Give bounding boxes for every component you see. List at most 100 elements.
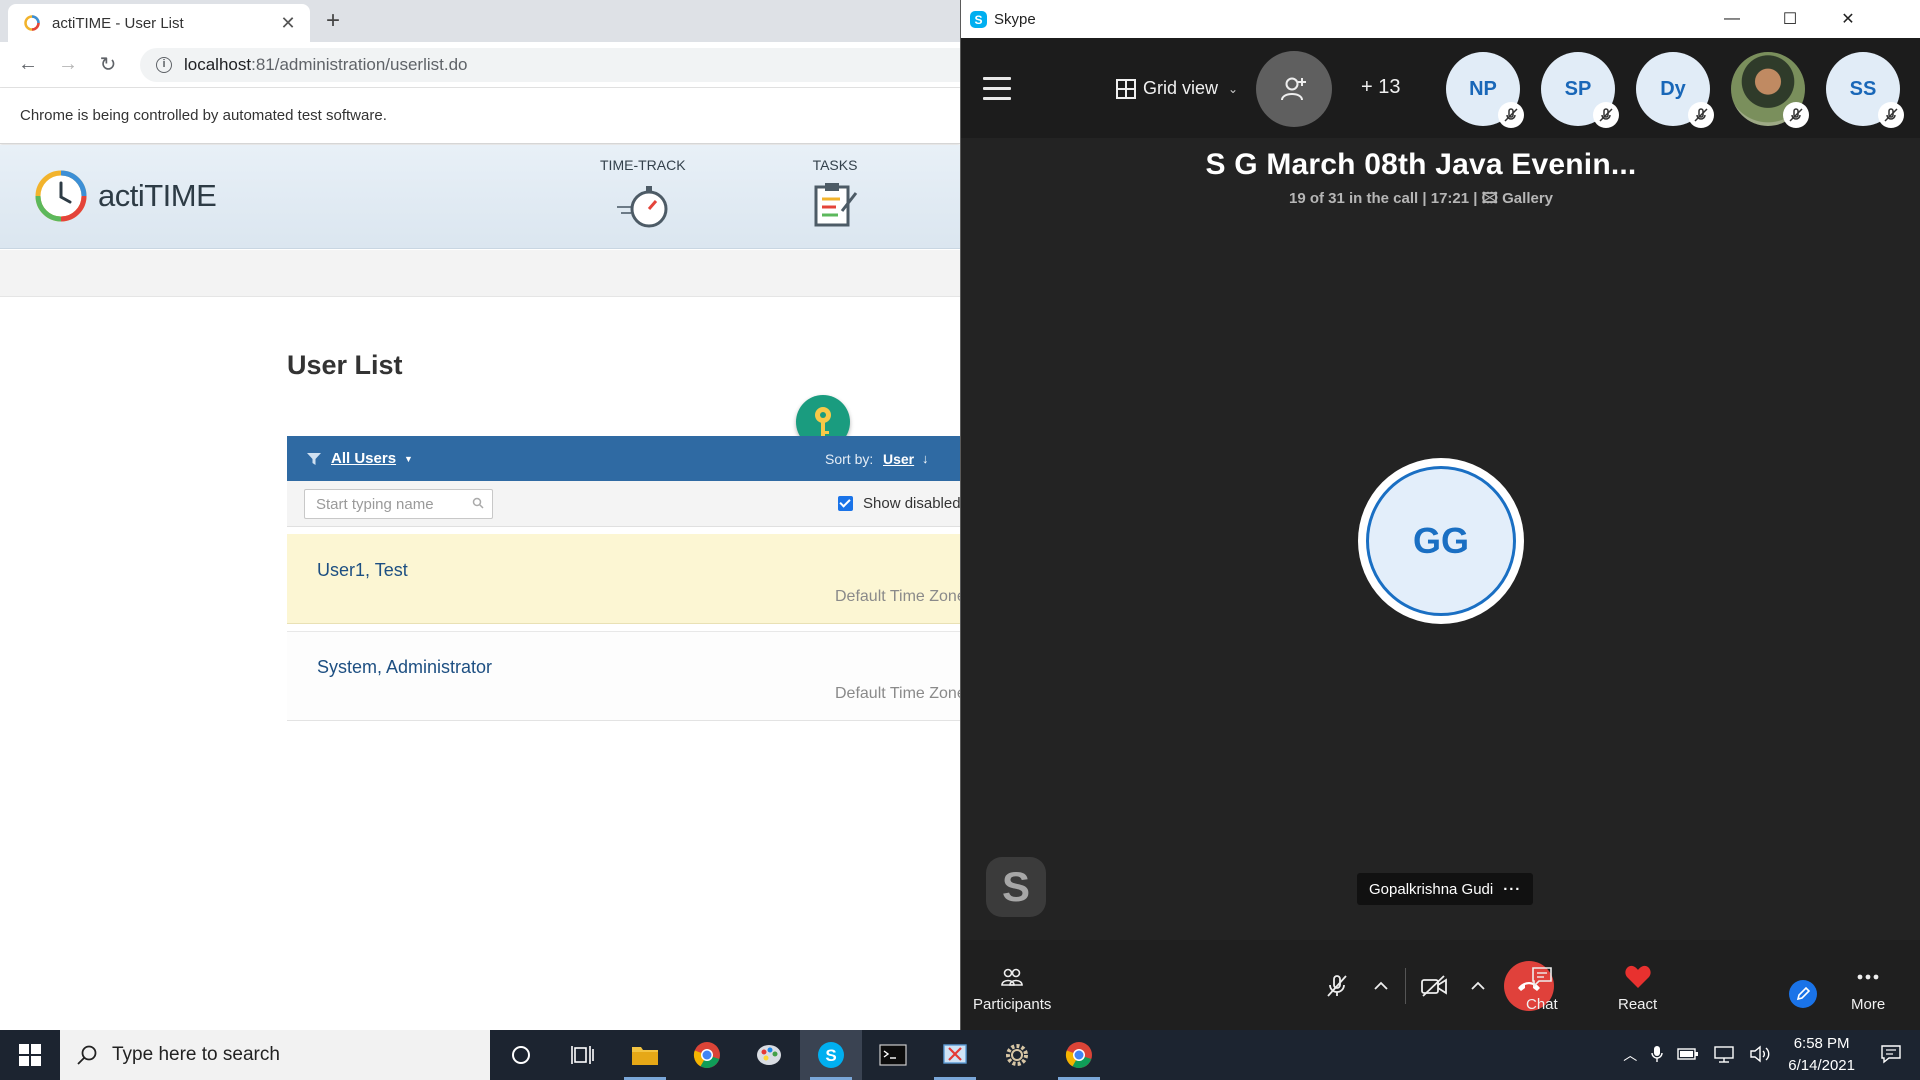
grid-icon [1116, 78, 1136, 99]
self-view-tile[interactable]: S [986, 857, 1046, 917]
filter-icon[interactable] [307, 452, 321, 465]
call-controls-bar: Participants Chat React More [961, 940, 1920, 1030]
participant-photo-avatar[interactable] [1731, 52, 1809, 128]
infobar-text: Chrome is being controlled by automated … [20, 107, 387, 124]
skype-logo-icon: S [970, 10, 987, 28]
call-status: 19 of 31 in the call | 17:21 | 🖾 Gallery [961, 188, 1920, 213]
participants-icon [973, 962, 1051, 992]
view-mode-dropdown[interactable]: Grid view ⌄ [1116, 78, 1238, 99]
site-info-icon[interactable]: i [156, 56, 172, 73]
user-name[interactable]: System, Administrator [317, 657, 492, 678]
video-off-icon[interactable] [1410, 962, 1458, 1010]
skype-titlebar: S Skype — ☐ ✕ [961, 0, 1920, 38]
taskbar-search-box[interactable]: Type here to search [60, 1030, 490, 1080]
forward-arrow-icon[interactable]: → [48, 53, 88, 76]
skype-window: S Skype — ☐ ✕ Grid view ⌄ + 13 NP SP Dy … [960, 0, 1920, 1030]
network-icon[interactable] [1713, 1045, 1735, 1066]
chrome-window: actiTIME - User List ✕ + ← → ↻ i localho… [0, 0, 960, 1030]
more-options-icon[interactable]: ··· [1503, 881, 1521, 898]
windows-start-icon[interactable] [0, 1030, 60, 1080]
avatar-initials: SS [1849, 77, 1877, 100]
participant-avatar[interactable]: SS [1826, 52, 1904, 128]
divider [1405, 968, 1406, 1004]
close-icon[interactable]: ✕ [1819, 0, 1877, 38]
meeting-title: S G March 08th Java Evenin... [1205, 148, 1637, 181]
chevron-down-icon[interactable]: ▼ [404, 454, 413, 464]
stopwatch-icon [616, 186, 668, 228]
snipping-tool-icon[interactable] [924, 1030, 986, 1080]
more-label: More [1851, 996, 1886, 1013]
more-dots-icon [1851, 962, 1885, 992]
audio-options-chevron-up-icon[interactable] [1361, 962, 1401, 1010]
file-explorer-icon[interactable] [614, 1030, 676, 1080]
terminal-icon[interactable] [862, 1030, 924, 1080]
heart-icon [1618, 962, 1657, 992]
task-view-icon[interactable] [552, 1030, 614, 1080]
svg-text:S: S [825, 1046, 836, 1065]
speaker-name: Gopalkrishna Gudi [1369, 880, 1494, 898]
sort-by-dropdown[interactable]: User [883, 451, 914, 467]
user-row[interactable]: System, Administrator Default Time Zone [287, 631, 960, 721]
filter-dropdown[interactable]: All Users [331, 450, 396, 467]
participants-button[interactable]: Participants [973, 962, 1051, 1013]
skype-taskbar-icon[interactable]: S [800, 1030, 862, 1080]
user-timezone: Default Time Zone [835, 588, 960, 605]
mute-microphone-icon[interactable] [1313, 962, 1361, 1010]
settings-gear-icon[interactable] [986, 1030, 1048, 1080]
chrome-icon[interactable] [676, 1030, 738, 1080]
browser-toolbar: ← → ↻ i localhost:81/administration/user… [0, 42, 960, 88]
system-tray: ︿ 6:58 PM 6/14/2021 [1616, 1030, 1920, 1080]
actitime-logo-text: actiTIME [98, 178, 217, 213]
chat-button[interactable]: Chat [1526, 962, 1558, 1013]
minimize-icon[interactable]: — [1703, 0, 1761, 38]
actitime-subnav [0, 250, 960, 297]
notifications-icon[interactable] [1880, 1044, 1902, 1067]
view-label[interactable]: Gallery [1502, 190, 1553, 207]
actitime-logo[interactable]: actiTIME [34, 169, 217, 223]
user-search-input[interactable] [304, 489, 493, 519]
view-mode-label: Grid view [1143, 78, 1219, 98]
react-label: React [1618, 996, 1658, 1013]
chrome-running-icon[interactable] [1048, 1030, 1110, 1080]
user-row[interactable]: User1, Test Default Time Zone [287, 534, 960, 624]
participant-avatar[interactable]: NP [1446, 52, 1524, 128]
microphone-icon[interactable] [1651, 1045, 1663, 1066]
muted-mic-icon [1498, 102, 1524, 128]
show-disabled-checkbox[interactable] [838, 496, 853, 511]
back-arrow-icon[interactable]: ← [8, 53, 48, 76]
address-bar[interactable]: i localhost:81/administration/userlist.d… [140, 47, 960, 82]
video-options-chevron-up-icon[interactable] [1458, 962, 1498, 1010]
cortana-icon[interactable] [490, 1030, 552, 1080]
participant-avatar[interactable]: Dy [1636, 52, 1714, 128]
show-disabled-toggle[interactable]: Show disabled [838, 495, 960, 512]
module-tasks[interactable]: TASKS [810, 157, 860, 232]
menu-icon[interactable] [983, 77, 1011, 107]
tab-close-icon[interactable]: ✕ [278, 13, 298, 34]
maximize-icon[interactable]: ☐ [1761, 0, 1819, 38]
clipboard-icon [814, 183, 858, 227]
volume-icon[interactable] [1749, 1045, 1771, 1066]
sort-direction-icon[interactable]: ↓ [922, 451, 929, 466]
new-tab-icon[interactable]: + [326, 8, 340, 34]
battery-icon[interactable] [1677, 1047, 1699, 1064]
taskbar-clock[interactable]: 6:58 PM 6/14/2021 [1788, 1033, 1855, 1077]
pen-icon[interactable] [1789, 980, 1817, 1008]
show-hidden-icons-chevron-up-icon[interactable]: ︿ [1623, 1045, 1637, 1065]
participant-avatar[interactable]: SP [1541, 52, 1619, 128]
media-controls [1313, 960, 1554, 1012]
user-list-tools: Show disabled [287, 481, 960, 527]
react-button[interactable]: React [1618, 962, 1657, 1013]
add-participant-button[interactable] [1256, 51, 1332, 127]
more-button[interactable]: More [1851, 962, 1885, 1013]
reload-icon[interactable]: ↻ [88, 52, 128, 77]
module-time-track[interactable]: TIME-TRACK [600, 157, 686, 232]
muted-mic-icon [1783, 102, 1809, 128]
module-label: TASKS [812, 157, 858, 173]
browser-tab[interactable]: actiTIME - User List ✕ [8, 4, 310, 42]
paint-icon[interactable] [738, 1030, 800, 1080]
url-text: localhost:81/administration/userlist.do [184, 55, 468, 75]
extra-participants-count[interactable]: + 13 [1361, 76, 1400, 99]
clock-time: 6:58 PM [1793, 1035, 1850, 1052]
avatar-initials: Dy [1660, 77, 1686, 100]
user-name[interactable]: User1, Test [317, 560, 408, 581]
